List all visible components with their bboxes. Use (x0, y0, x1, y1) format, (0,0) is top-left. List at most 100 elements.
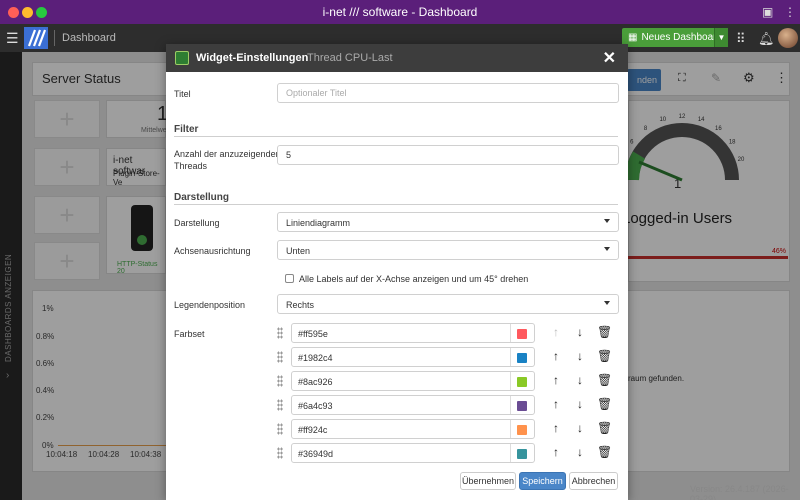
drag-handle-icon[interactable] (277, 447, 283, 459)
color-row: #ff924c ↑ ↓ 🗑︎ (277, 419, 619, 439)
app-title: Dashboard (62, 32, 116, 44)
rotate-labels-label[interactable]: Alle Labels auf der X-Achse anzeigen und… (299, 274, 528, 284)
filter-heading: Filter (174, 124, 199, 135)
title-separator: - (296, 52, 300, 64)
move-down-icon[interactable]: ↓ (573, 349, 587, 363)
color-row: #1982c4 ↑ ↓ 🗑︎ (277, 347, 619, 367)
section-divider (174, 204, 618, 205)
threads-count-input[interactable] (277, 145, 619, 165)
color-divider (510, 348, 511, 366)
threads-label-line2: Threads (174, 161, 208, 171)
color-swatch[interactable] (517, 425, 527, 435)
bell-icon[interactable]: 🔔︎ (758, 31, 775, 47)
close-icon[interactable]: ✕ (603, 48, 616, 68)
window-title: i-net /// software - Dashboard (322, 5, 478, 19)
trash-icon[interactable]: 🗑︎ (597, 373, 612, 387)
color-swatch[interactable] (517, 377, 527, 387)
titel-label: Titel (174, 89, 191, 99)
chevron-down-icon (604, 219, 610, 223)
legend-label: Legendenposition (174, 300, 246, 310)
move-down-icon[interactable]: ↓ (573, 325, 587, 339)
color-divider (510, 372, 511, 390)
color-input[interactable]: #8ac926 (291, 371, 535, 391)
color-input[interactable]: #1982c4 (291, 347, 535, 367)
move-up-icon[interactable]: ↑ (549, 445, 563, 459)
apply-button[interactable]: Übernehmen (460, 472, 516, 490)
more-options-icon[interactable]: ⋮ (784, 5, 796, 19)
chevron-down-icon[interactable]: ▼ (714, 28, 728, 47)
avatar[interactable] (778, 28, 798, 48)
trash-icon[interactable]: 🗑︎ (597, 445, 612, 459)
section-divider (174, 136, 618, 137)
color-row: #6a4c93 ↑ ↓ 🗑︎ (277, 395, 619, 415)
menu-icon[interactable]: ☰ (6, 30, 19, 47)
legend-select[interactable]: Rechts (277, 294, 619, 314)
dialog-title: Widget-Einstellungen (196, 52, 309, 64)
color-input[interactable]: #6a4c93 (291, 395, 535, 415)
color-swatch[interactable] (517, 449, 527, 459)
drag-handle-icon[interactable] (277, 327, 283, 339)
dialog-header: Widget-Einstellungen - Thread CPU-Last ✕ (166, 44, 628, 72)
dialog-subtitle: Thread CPU-Last (307, 52, 393, 64)
darstellung-label: Darstellung (174, 218, 220, 228)
widget-icon (175, 51, 189, 65)
achsen-label: Achsenausrichtung (174, 246, 251, 256)
threads-label-line1: Anzahl der anzuzeigenden (174, 149, 281, 159)
darstellung-select[interactable]: Liniendiagramm (277, 212, 619, 232)
dashboard-icon: ▦ (628, 32, 638, 43)
cancel-button[interactable]: Abbrechen (569, 472, 618, 490)
legend-value: Rechts (286, 300, 315, 310)
color-hex-value: #1982c4 (298, 353, 333, 363)
apps-grid-icon[interactable]: ⠿ (736, 31, 746, 47)
color-input[interactable]: #ff924c (291, 419, 535, 439)
color-divider (510, 444, 511, 462)
trash-icon[interactable]: 🗑︎ (597, 421, 612, 435)
cast-icon[interactable]: ▣ (762, 5, 773, 19)
chevron-down-icon (604, 247, 610, 251)
new-dashboard-label: Neues Dashboard (641, 32, 723, 43)
rotate-labels-checkbox[interactable] (285, 274, 294, 283)
widget-settings-dialog: Widget-Einstellungen - Thread CPU-Last ✕… (166, 44, 628, 500)
move-down-icon[interactable]: ↓ (573, 397, 587, 411)
drag-handle-icon[interactable] (277, 375, 283, 387)
move-up-icon[interactable]: ↑ (549, 421, 563, 435)
drag-handle-icon[interactable] (277, 399, 283, 411)
move-down-icon[interactable]: ↓ (573, 445, 587, 459)
color-row: #36949d ↑ ↓ 🗑︎ (277, 443, 619, 463)
trash-icon[interactable]: 🗑︎ (597, 397, 612, 411)
color-swatch[interactable] (517, 401, 527, 411)
color-hex-value: #8ac926 (298, 377, 333, 387)
save-button[interactable]: Speichern (519, 472, 566, 490)
titel-input[interactable] (277, 83, 619, 103)
inet-logo (24, 27, 48, 49)
trash-icon[interactable]: 🗑︎ (597, 349, 612, 363)
move-up-icon[interactable]: ↑ (549, 397, 563, 411)
color-hex-value: #36949d (298, 449, 334, 459)
color-divider (510, 420, 511, 438)
color-divider (510, 396, 511, 414)
color-hex-value: #ff924c (298, 425, 328, 435)
color-divider (510, 324, 511, 342)
header-divider (54, 30, 55, 46)
darstellung-value: Liniendiagramm (286, 218, 351, 228)
achsen-select[interactable]: Unten (277, 240, 619, 260)
color-swatch[interactable] (517, 329, 527, 339)
move-up-icon[interactable]: ↑ (549, 349, 563, 363)
move-up-icon[interactable]: ↑ (549, 373, 563, 387)
color-swatch[interactable] (517, 353, 527, 363)
color-hex-value: #ff595e (298, 329, 328, 339)
darstellung-heading: Darstellung (174, 192, 230, 203)
version-text: Version: 26.4.187 (2026-03-29) (690, 484, 789, 500)
move-down-icon[interactable]: ↓ (573, 373, 587, 387)
drag-handle-icon[interactable] (277, 423, 283, 435)
color-row: #8ac926 ↑ ↓ 🗑︎ (277, 371, 619, 391)
achsen-value: Unten (286, 246, 311, 256)
farbset-label: Farbset (174, 329, 205, 339)
color-row: #ff595e ↑ ↓ 🗑︎ (277, 323, 619, 343)
trash-icon[interactable]: 🗑︎ (597, 325, 612, 339)
color-input[interactable]: #ff595e (291, 323, 535, 343)
drag-handle-icon[interactable] (277, 351, 283, 363)
move-down-icon[interactable]: ↓ (573, 421, 587, 435)
color-input[interactable]: #36949d (291, 443, 535, 463)
new-dashboard-button[interactable]: ▦ Neues Dashboard ▼ (622, 28, 728, 47)
